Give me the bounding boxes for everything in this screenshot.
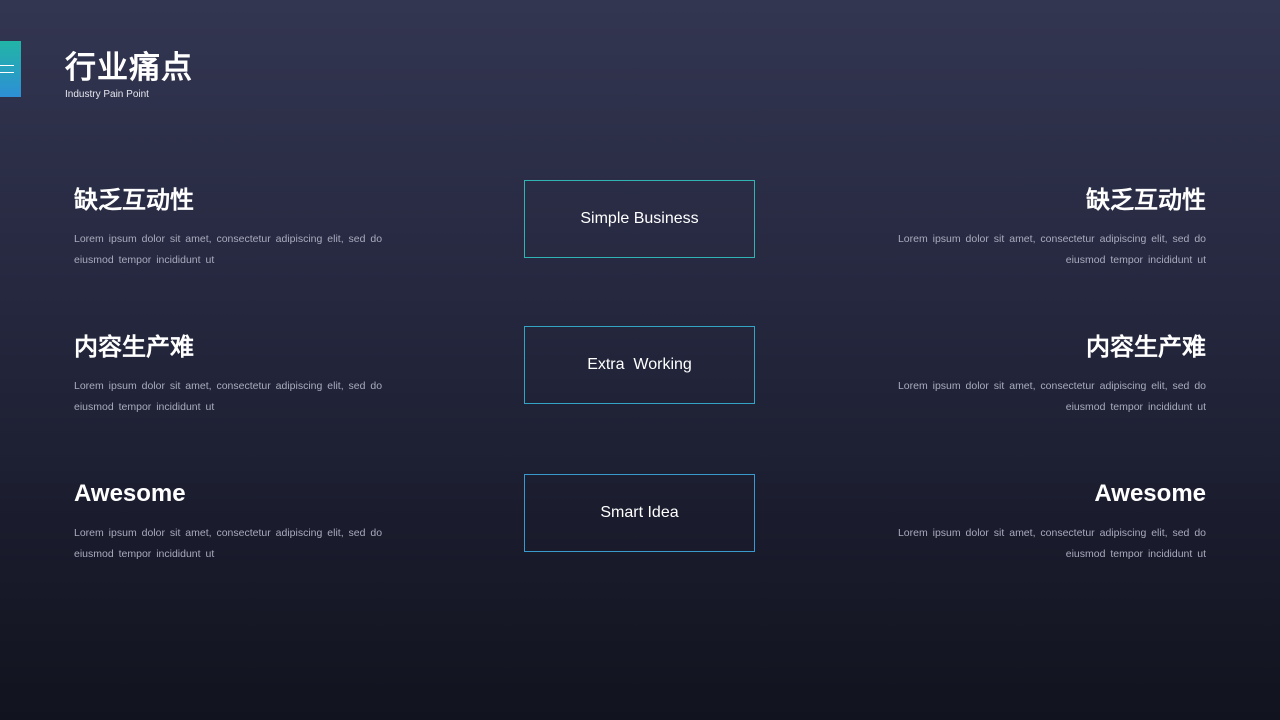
center-box-smart-idea[interactable]: Smart Idea [524,474,755,552]
block-body-line: Lorem ipsum dolor sit amet, consectetur … [74,380,383,392]
block-body-line: eiusmod tempor incididunt ut [74,548,215,560]
block-body: Lorem ipsum dolor sit amet, consectetur … [886,376,1206,418]
block-heading: 内容生产难 [74,333,194,361]
left-block-1: 缺乏互动性 Lorem ipsum dolor sit amet, consec… [74,185,394,271]
center-box-label: Smart Idea [600,504,679,521]
menu-icon-line [0,65,14,66]
page-subtitle: Industry Pain Point [65,89,149,100]
left-block-2: 内容生产难 Lorem ipsum dolor sit amet, consec… [74,332,394,418]
block-body-line: eiusmod tempor incididunt ut [74,401,215,413]
block-heading: 内容生产难 [1086,333,1206,361]
block-body: Lorem ipsum dolor sit amet, consectetur … [74,376,394,418]
block-body-line: eiusmod tempor incididunt ut [1065,401,1206,413]
block-body: Lorem ipsum dolor sit amet, consectetur … [74,229,394,271]
block-body-line: eiusmod tempor incididunt ut [1065,254,1206,266]
block-body-line: eiusmod tempor incididunt ut [1065,548,1206,560]
menu-icon-line [0,72,14,73]
center-box-label: Simple Business [580,210,699,227]
block-heading: 缺乏互动性 [74,186,194,214]
block-body: Lorem ipsum dolor sit amet, consectetur … [74,523,394,565]
block-body-line: Lorem ipsum dolor sit amet, consectetur … [74,527,383,539]
block-body-line: Lorem ipsum dolor sit amet, consectetur … [897,527,1206,539]
block-body-line: eiusmod tempor incididunt ut [74,254,215,266]
page-title: 行业痛点 [65,50,193,86]
block-body-line: Lorem ipsum dolor sit amet, consectetur … [897,233,1206,245]
block-body-line: Lorem ipsum dolor sit amet, consectetur … [897,380,1206,392]
center-box-simple-business[interactable]: Simple Business [524,180,755,258]
block-heading: 缺乏互动性 [1086,186,1206,214]
center-box-label: Extra Working [587,356,692,373]
right-block-3: Awesome Lorem ipsum dolor sit amet, cons… [886,479,1206,565]
block-heading: Awesome [1094,480,1206,507]
block-heading: Awesome [74,480,186,507]
menu-icon[interactable] [0,41,21,97]
right-block-1: 缺乏互动性 Lorem ipsum dolor sit amet, consec… [886,185,1206,271]
block-body: Lorem ipsum dolor sit amet, consectetur … [886,523,1206,565]
center-box-extra-working[interactable]: Extra Working [524,326,755,404]
block-body-line: Lorem ipsum dolor sit amet, consectetur … [74,233,383,245]
slide: 行业痛点 Industry Pain Point 缺乏互动性 Lorem ips… [0,0,1280,720]
left-block-3: Awesome Lorem ipsum dolor sit amet, cons… [74,479,394,565]
right-block-2: 内容生产难 Lorem ipsum dolor sit amet, consec… [886,332,1206,418]
block-body: Lorem ipsum dolor sit amet, consectetur … [886,229,1206,271]
